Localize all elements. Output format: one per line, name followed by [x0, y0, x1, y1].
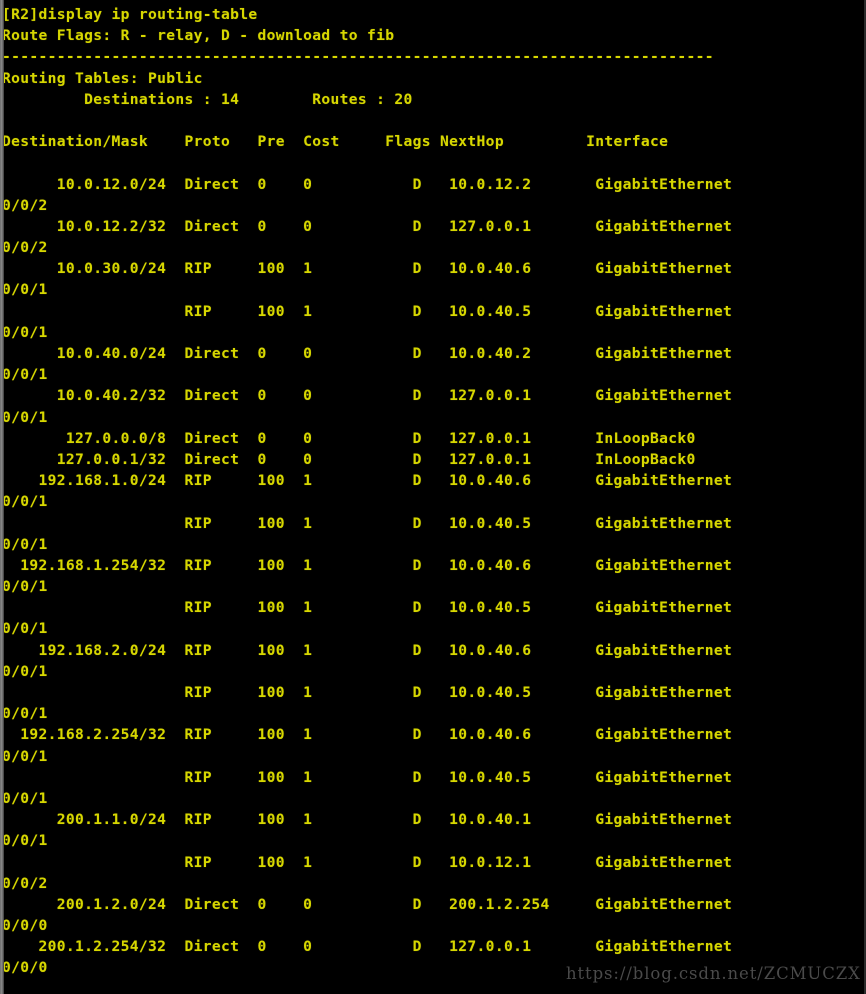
terminal-window: [R2]display ip routing-table Route Flags…	[0, 0, 866, 994]
route-flags-legend: Route Flags: R - relay, D - download to …	[2, 27, 395, 45]
route-row-interface-continuation: 0/0/1	[2, 578, 48, 596]
route-row-interface-continuation: 0/0/1	[2, 620, 48, 638]
route-row-interface-continuation: 0/0/1	[2, 832, 48, 850]
route-row-interface-continuation: 0/0/1	[2, 366, 48, 384]
route-row-interface-continuation: 0/0/1	[2, 662, 48, 680]
route-row-interface-continuation: 0/0/1	[2, 747, 48, 765]
route-row-interface-continuation: 0/0/2	[2, 196, 48, 214]
blank-line-2	[2, 152, 866, 173]
watermark-text: https://blog.csdn.net/ZCMUCZX	[566, 964, 861, 983]
route-row: 10.0.30.0/24 RIP 100 1 D 10.0.40.6 Gigab…	[2, 260, 733, 278]
route-row: RIP 100 1 D 10.0.40.5 GigabitEthernet	[2, 599, 733, 617]
route-summary-counts: Destinations : 14 Routes : 20	[2, 90, 413, 108]
terminal-scrollbar-left[interactable]	[0, 0, 4, 994]
command-prompt-line: [R2]display ip routing-table	[2, 6, 258, 23]
route-row: 192.168.2.254/32 RIP 100 1 D 10.0.40.6 G…	[2, 726, 733, 744]
route-row: 127.0.0.1/32 Direct 0 0 D 127.0.0.1 InLo…	[2, 450, 696, 468]
route-row: RIP 100 1 D 10.0.40.5 GigabitEthernet	[2, 768, 733, 786]
route-row: 200.1.1.0/24 RIP 100 1 D 10.0.40.1 Gigab…	[2, 811, 733, 829]
route-row-interface-continuation: 0/0/0	[2, 917, 48, 935]
route-row-interface-continuation: 0/0/1	[2, 705, 48, 723]
route-row-interface-continuation: 0/0/1	[2, 323, 48, 341]
route-row: RIP 100 1 D 10.0.40.5 GigabitEthernet	[2, 302, 733, 320]
terminal-screen[interactable]: [R2]display ip routing-table Route Flags…	[0, 0, 866, 994]
routing-table-body: 10.0.12.0/24 Direct 0 0 D 10.0.12.2 Giga…	[2, 174, 866, 979]
route-row: 192.168.1.0/24 RIP 100 1 D 10.0.40.6 Gig…	[2, 472, 733, 490]
route-row-interface-continuation: 0/0/2	[2, 874, 48, 892]
blank-line-1	[2, 110, 866, 131]
routing-tables-label: Routing Tables: Public	[2, 69, 203, 87]
separator-rule: ----------------------------------------…	[2, 48, 714, 66]
route-row-interface-continuation: 0/0/1	[2, 281, 48, 299]
route-row: 10.0.12.2/32 Direct 0 0 D 127.0.0.1 Giga…	[2, 217, 733, 235]
route-row-interface-continuation: 0/0/1	[2, 789, 48, 807]
table-column-header: Destination/Mask Proto Pre Cost Flags Ne…	[2, 133, 669, 151]
route-row: 192.168.2.0/24 RIP 100 1 D 10.0.40.6 Gig…	[2, 641, 733, 659]
route-row: 10.0.12.0/24 Direct 0 0 D 10.0.12.2 Giga…	[2, 175, 733, 193]
route-row: 200.1.2.0/24 Direct 0 0 D 200.1.2.254 Gi…	[2, 895, 733, 913]
route-row-interface-continuation: 0/0/1	[2, 408, 48, 426]
route-row-interface-continuation: 0/0/1	[2, 535, 48, 553]
route-row: 10.0.40.2/32 Direct 0 0 D 127.0.0.1 Giga…	[2, 387, 733, 405]
route-row: 200.1.2.254/32 Direct 0 0 D 127.0.0.1 Gi…	[2, 938, 733, 956]
route-row: RIP 100 1 D 10.0.40.5 GigabitEthernet	[2, 684, 733, 701]
route-row-interface-continuation: 0/0/1	[2, 493, 48, 511]
route-row: RIP 100 1 D 10.0.40.5 GigabitEthernet	[2, 514, 733, 532]
route-row: 127.0.0.0/8 Direct 0 0 D 127.0.0.1 InLoo…	[2, 429, 696, 447]
route-row: 192.168.1.254/32 RIP 100 1 D 10.0.40.6 G…	[2, 556, 733, 574]
route-row: RIP 100 1 D 10.0.12.1 GigabitEthernet	[2, 853, 733, 871]
route-row: 10.0.40.0/24 Direct 0 0 D 10.0.40.2 Giga…	[2, 345, 733, 362]
route-row-interface-continuation: 0/0/2	[2, 239, 48, 257]
